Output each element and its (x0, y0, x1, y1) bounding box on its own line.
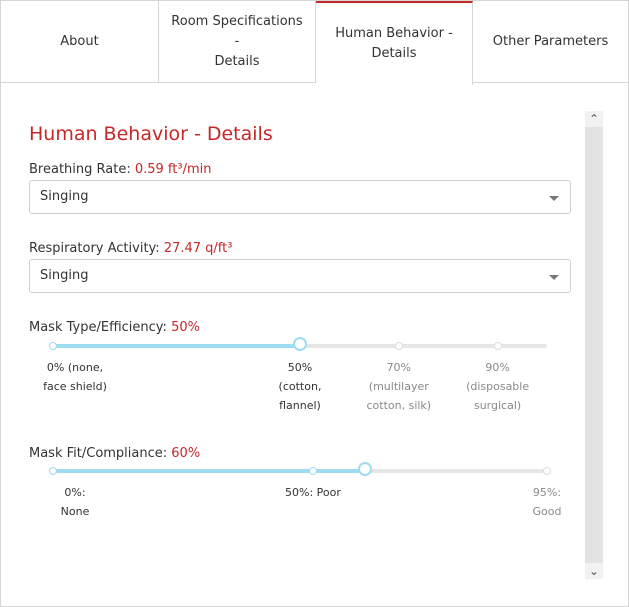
slider-tick-dot (543, 467, 551, 475)
tab-bar: About Room Specifications - Details Huma… (1, 1, 628, 85)
slider-mark-label: 70% (multilayer cotton, silk) (366, 361, 432, 412)
chevron-down-icon (549, 196, 559, 201)
breathing-rate-value: 0.59 ft³/min (134, 162, 212, 177)
slider-fill (53, 344, 300, 348)
slider-tick-dot (49, 467, 57, 475)
mask-fit-label-text: Mask Fit/Compliance: (29, 446, 168, 461)
slider-mark-label: 0% (none, face shield) (43, 361, 107, 393)
slider-mark-label: 50% (cotton, flannel) (278, 361, 322, 412)
tab-human-behavior-label: Human Behavior - Details (335, 26, 453, 61)
tab-room-specifications[interactable]: Room Specifications - Details (159, 1, 316, 83)
slider-fill (53, 469, 365, 473)
slider-mark-label: 50%: Poor (285, 486, 341, 499)
mask-type-label-text: Mask Type/Efficiency: (29, 320, 167, 335)
tab-room-specifications-label: Room Specifications - Details (171, 13, 303, 69)
breathing-rate-label-text: Breathing Rate: (29, 162, 131, 177)
respiratory-activity-label: Respiratory Activity: 27.47 q/ft³ (29, 241, 232, 256)
breathing-rate-selected: Singing (40, 189, 89, 204)
mask-type-slider[interactable] (49, 337, 547, 352)
respiratory-activity-selected: Singing (40, 268, 89, 283)
slider-handle[interactable] (293, 337, 307, 351)
section-title: Human Behavior - Details (29, 123, 273, 145)
chevron-down-icon (549, 275, 559, 280)
panel-frame: About Room Specifications - Details Huma… (0, 0, 629, 607)
respiratory-activity-value: 27.47 q/ft³ (163, 241, 233, 256)
slider-mark-label: 90% (disposable surgical) (466, 361, 530, 412)
tab-about-label: About (60, 33, 99, 49)
slider-mark-label: 95%: Good (532, 486, 562, 518)
slider-tick-dot (308, 467, 317, 475)
mask-type-value: 50% (171, 320, 200, 335)
scroll-down-icon[interactable]: ⌄ (585, 563, 603, 579)
respiratory-activity-select[interactable]: Singing (29, 259, 571, 293)
slider-handle[interactable] (358, 462, 372, 476)
tab-human-behavior[interactable]: Human Behavior - Details (316, 1, 473, 85)
tab-about[interactable]: About (1, 1, 159, 83)
mask-type-label: Mask Type/Efficiency: 50% (29, 320, 200, 335)
slider-tick-dot (493, 342, 502, 350)
vertical-scrollbar[interactable]: ⌃ ⌄ (585, 111, 603, 579)
respiratory-activity-label-text: Respiratory Activity: (29, 241, 160, 256)
slider-mark-label: 0%: None (60, 486, 90, 518)
tab-other-parameters-label: Other Parameters (492, 33, 609, 49)
breathing-rate-select[interactable]: Singing (29, 180, 571, 214)
mask-fit-value: 60% (171, 446, 201, 461)
breathing-rate-label: Breathing Rate: 0.59 ft³/min (29, 162, 211, 177)
mask-fit-label: Mask Fit/Compliance: 60% (29, 446, 200, 461)
slider-tick-dot (49, 342, 57, 350)
scrollbar-thumb[interactable] (585, 127, 603, 563)
tab-other-parameters[interactable]: Other Parameters (473, 1, 628, 83)
mask-fit-slider[interactable] (49, 462, 551, 477)
scroll-up-icon[interactable]: ⌃ (585, 111, 603, 127)
slider-tick-dot (394, 342, 403, 350)
